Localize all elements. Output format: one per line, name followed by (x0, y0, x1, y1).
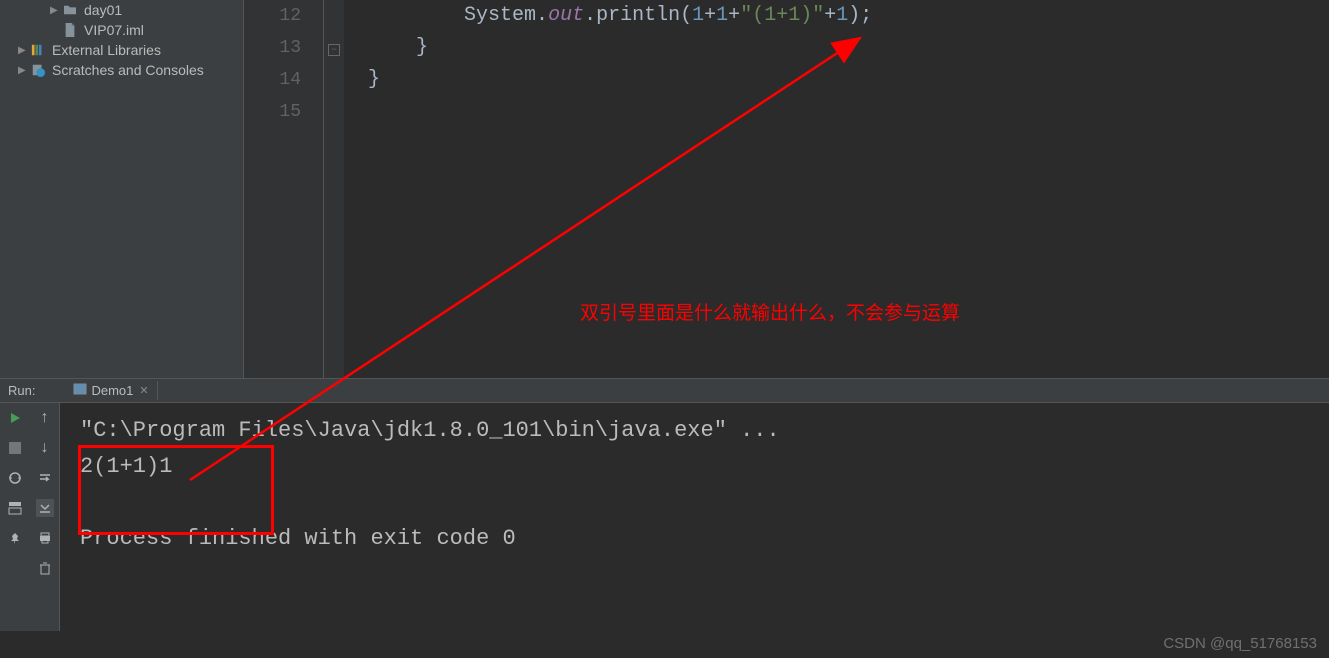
tree-item-scratches[interactable]: ▶ Scratches and Consoles (0, 60, 243, 80)
code-token: . (536, 4, 548, 27)
folder-icon (62, 4, 78, 16)
annotation-text: 双引号里面是什么就输出什么，不会参与运算 (580, 298, 960, 325)
project-tree: ▶ day01 VIP07.iml ▶ External Libraries ▶… (0, 0, 244, 378)
run-panel-header: Run: Demo1 ✕ (0, 379, 1329, 403)
file-icon (62, 23, 78, 37)
run-config-icon (73, 383, 87, 398)
fold-gutter: − (324, 0, 344, 378)
run-toolbar-secondary: ↑ ↓ (30, 403, 60, 631)
expand-arrow-icon[interactable]: ▶ (50, 5, 62, 16)
library-icon (30, 43, 46, 57)
tree-label: Scratches and Consoles (52, 62, 204, 78)
scroll-end-icon[interactable] (36, 499, 54, 517)
code-token: 1 (836, 4, 848, 27)
close-icon[interactable]: ✕ (139, 384, 148, 397)
line-number-gutter: 12 13 14 15 (244, 0, 324, 378)
run-label: Run: (8, 383, 35, 398)
code-token: ; (860, 4, 872, 27)
line-number: 15 (244, 96, 301, 128)
scratch-icon (30, 63, 46, 77)
stop-icon[interactable] (6, 439, 24, 457)
tree-item-external-libraries[interactable]: ▶ External Libraries (0, 40, 243, 60)
line-number: 13 (244, 32, 301, 64)
trash-icon[interactable] (36, 559, 54, 577)
code-token: + (728, 4, 740, 27)
expand-arrow-icon[interactable]: ▶ (18, 45, 30, 56)
debug-icon[interactable] (6, 469, 24, 487)
code-token: } (416, 36, 428, 59)
fold-end-icon[interactable]: − (324, 32, 344, 64)
line-number: 12 (244, 0, 301, 32)
tree-item-vip07iml[interactable]: VIP07.iml (0, 20, 243, 40)
tree-label: VIP07.iml (84, 22, 144, 38)
wrap-icon[interactable] (36, 469, 54, 487)
code-token: 1 (716, 4, 728, 27)
code-token: ( (680, 4, 692, 27)
code-token: 1 (692, 4, 704, 27)
code-token: ) (848, 4, 860, 27)
run-tab-demo1[interactable]: Demo1 ✕ (65, 381, 157, 400)
rerun-icon[interactable] (6, 409, 24, 427)
pin-icon[interactable] (6, 529, 24, 547)
code-token: println (596, 4, 680, 27)
console-line: "C:\Program Files\Java\jdk1.8.0_101\bin\… (80, 413, 1309, 449)
code-token: + (824, 4, 836, 27)
code-token: out (548, 4, 584, 27)
print-icon[interactable] (36, 529, 54, 547)
code-token: "(1+1)" (740, 4, 824, 27)
up-icon[interactable]: ↑ (36, 409, 54, 427)
code-token: } (368, 68, 380, 91)
layout-icon[interactable] (6, 499, 24, 517)
watermark: CSDN @qq_51768153 (1163, 635, 1317, 652)
tree-label: day01 (84, 2, 122, 18)
expand-arrow-icon[interactable]: ▶ (18, 65, 30, 76)
down-icon[interactable]: ↓ (36, 439, 54, 457)
run-tab-label: Demo1 (91, 383, 133, 398)
code-token: System (464, 4, 536, 27)
tree-label: External Libraries (52, 42, 161, 58)
run-toolbar-primary (0, 403, 30, 631)
code-token: + (704, 4, 716, 27)
line-number: 14 (244, 64, 301, 96)
code-token: . (584, 4, 596, 27)
annotation-highlight-box (78, 445, 274, 535)
tree-item-day01[interactable]: ▶ day01 (0, 0, 243, 20)
